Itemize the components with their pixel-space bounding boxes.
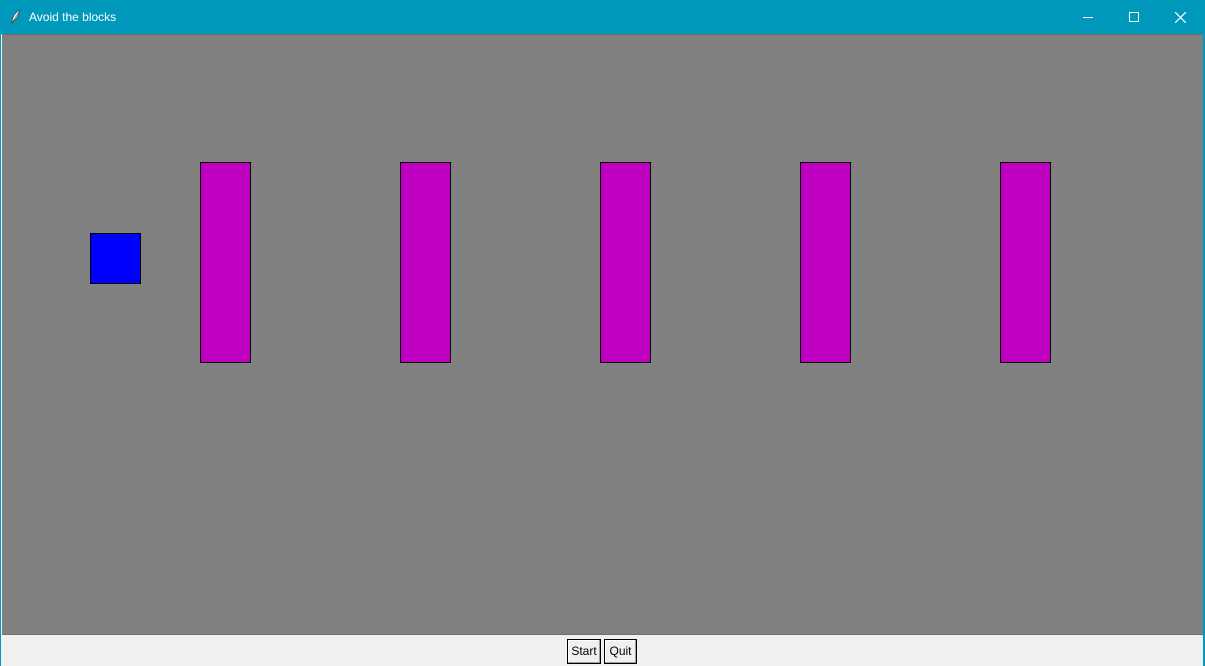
obstacle-block <box>800 162 851 363</box>
window-title: Avoid the blocks <box>29 10 117 24</box>
close-button[interactable] <box>1157 0 1203 34</box>
quit-button[interactable]: Quit <box>604 639 637 664</box>
player-square <box>90 233 141 284</box>
obstacle-block <box>600 162 651 363</box>
obstacle-block <box>400 162 451 363</box>
close-icon <box>1174 11 1186 23</box>
feather-icon <box>10 9 21 25</box>
obstacle-block <box>200 162 251 363</box>
maximize-icon <box>1129 12 1139 22</box>
maximize-button[interactable] <box>1111 0 1157 34</box>
start-button[interactable]: Start <box>567 639 601 664</box>
button-bar: Start Quit <box>1 635 1203 666</box>
obstacle-block <box>1000 162 1051 363</box>
title-bar[interactable]: Avoid the blocks <box>1 0 1203 34</box>
app-window: Avoid the blocks Start Quit <box>0 0 1205 666</box>
game-canvas[interactable] <box>2 34 1203 635</box>
minimize-icon <box>1083 17 1093 18</box>
minimize-button[interactable] <box>1065 0 1111 34</box>
